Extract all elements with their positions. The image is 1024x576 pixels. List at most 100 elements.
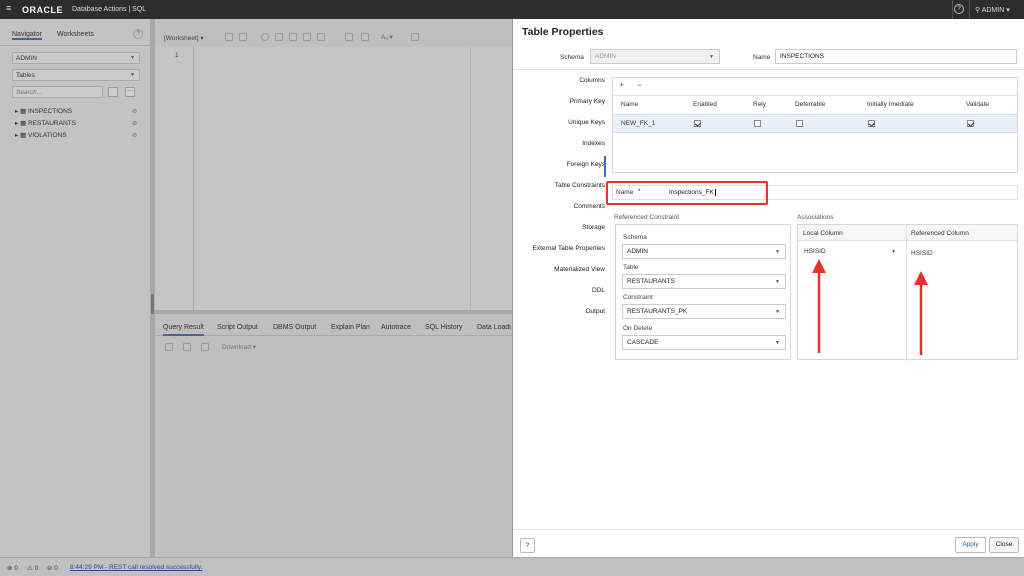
user-menu[interactable]: ⚲ ADMIN ▾ (975, 6, 1010, 14)
tab-autotrace[interactable]: Autotrace (381, 324, 411, 331)
info-count[interactable]: ⊜ 0 (47, 564, 58, 572)
sidebar-item-columns[interactable]: Columns (495, 77, 605, 84)
help-icon[interactable]: ? (133, 29, 143, 39)
column-header-initially-immediate[interactable]: Initially Imediate (867, 101, 914, 108)
tab-query-result[interactable]: Query Result (163, 324, 204, 336)
explain-icon[interactable] (289, 33, 297, 41)
close-button[interactable]: Close (989, 537, 1019, 553)
warning-icon: ⚠ (27, 565, 35, 572)
sidebar-item-storage[interactable]: Storage (495, 224, 605, 231)
tab-script-output[interactable]: Script Output (217, 324, 258, 331)
rely-checkbox[interactable] (754, 120, 761, 127)
chevron-down-icon[interactable]: ▼ (891, 249, 896, 255)
sidebar-item-foreign-keys[interactable]: Foreign Keys (495, 161, 605, 168)
refresh-icon[interactable] (108, 87, 118, 97)
sidebar-item-comments[interactable]: Comments (495, 203, 605, 210)
splitter-grip[interactable] (151, 294, 154, 314)
object-type-select[interactable]: Tables ▼ (12, 69, 140, 81)
expand-arrow-icon: ▸ ▦ (15, 120, 29, 127)
sidebar-item-indexes[interactable]: Indexes (495, 140, 605, 147)
status-message[interactable]: 8:44:29 PM - REST call resolved successf… (70, 564, 202, 571)
initially-immediate-checkbox[interactable] (868, 120, 875, 127)
foreign-keys-grid: + − Name Enabled Rely Deferrable Initial… (612, 77, 1018, 173)
tab-worksheets[interactable]: Worksheets (57, 31, 94, 38)
table-row[interactable]: NEW_FK_1 (613, 114, 1017, 133)
add-icon[interactable]: + (619, 80, 624, 90)
schema-select[interactable]: ADMIN ▼ (12, 52, 140, 64)
column-header-rely[interactable]: Rely (753, 101, 766, 108)
save-icon[interactable] (239, 33, 247, 41)
sidebar-item-materialized-view[interactable]: Materialized View (495, 266, 605, 273)
sidebar-item-table-constraints[interactable]: Table Constraints (495, 182, 605, 189)
autotrace-icon[interactable] (303, 33, 311, 41)
ref-schema-select[interactable]: ADMIN ▼ (622, 244, 786, 259)
hamburger-menu-icon[interactable]: ≡ (6, 3, 11, 13)
chevron-down-icon: ▼ (775, 249, 780, 255)
ref-table-select[interactable]: RESTAURANTS ▼ (622, 274, 786, 289)
referenced-constraint-panel: Schema ADMIN ▼ Table RESTAURANTS ▼ Constra… (615, 224, 791, 360)
dialog-title: Table Properties (522, 26, 604, 38)
column-header-local-column[interactable]: Local Column (803, 230, 843, 237)
enabled-checkbox[interactable] (694, 120, 701, 127)
column-header-validate[interactable]: Validate (966, 101, 989, 108)
sidebar-item-primary-key[interactable]: Primary Key (495, 98, 605, 105)
tree-item-inspections[interactable]: ▸ ▦ INSPECTIONS (15, 107, 72, 115)
tree-item-restaurants[interactable]: ▸ ▦ RESTAURANTS (15, 119, 76, 127)
link-icon[interactable]: ⊘ (132, 120, 137, 127)
on-delete-select[interactable]: CASCADE ▼ (622, 335, 786, 350)
help-button[interactable]: ? (520, 538, 535, 553)
tab-data-loading[interactable]: Data Loadi (477, 324, 512, 331)
tree-item-violations[interactable]: ▸ ▦ VIOLATIONS (15, 131, 67, 139)
horizontal-splitter[interactable] (155, 310, 512, 314)
download-menu[interactable]: Download ▾ (222, 343, 256, 351)
format-icon[interactable] (361, 33, 369, 41)
warning-count[interactable]: ⚠ 0 (27, 564, 38, 572)
sidebar-item-external-table-properties[interactable]: External Table Properties (495, 245, 605, 252)
tab-navigator[interactable]: Navigator (12, 31, 42, 40)
tab-sql-history[interactable]: SQL History (425, 324, 462, 331)
tab-explain-plan[interactable]: Explain Plan (331, 324, 370, 331)
ref-constraint-select[interactable]: RESTAURANTS_PK ▼ (622, 304, 786, 319)
column-divider (906, 225, 907, 361)
column-header-name[interactable]: Name (621, 101, 638, 108)
link-icon[interactable]: ⊘ (132, 108, 137, 115)
search-input[interactable]: Search... (12, 86, 103, 98)
delete-icon[interactable] (165, 343, 173, 351)
link-icon[interactable]: ⊘ (132, 132, 137, 139)
divider (969, 0, 970, 19)
validate-checkbox[interactable] (967, 120, 974, 127)
copy-icon[interactable] (183, 343, 191, 351)
chevron-down-icon: ▼ (130, 55, 135, 61)
on-delete-label: On Delete (623, 325, 653, 332)
worksheet-label[interactable]: [Worksheet] ▾ (164, 34, 204, 42)
sidebar-item-output[interactable]: Output (495, 308, 605, 315)
help-icon[interactable]: ? (954, 4, 964, 14)
expand-icon[interactable] (201, 343, 209, 351)
local-column-select[interactable]: HSISID (804, 248, 826, 255)
error-count[interactable]: ⊗ 0 (7, 564, 18, 572)
status-bar: ⊗ 0 ⚠ 0 ⊜ 0 8:44:29 PM - REST call resol… (0, 557, 1024, 576)
user-name: ADMIN ▾ (981, 7, 1010, 14)
associations-panel: Local Column Referenced Column HSISID ▼ … (797, 224, 1018, 361)
commit-icon[interactable] (317, 33, 325, 41)
open-icon[interactable] (225, 33, 233, 41)
ref-schema-label: Schema (623, 234, 647, 241)
text-case-icon[interactable]: Aₐ ▾ (381, 33, 393, 41)
sidebar-item-ddl[interactable]: DDL (495, 287, 605, 294)
deferrable-checkbox[interactable] (796, 120, 803, 127)
code-editor[interactable] (155, 47, 512, 310)
table-name-field[interactable]: INSPECTIONS (775, 49, 1017, 64)
sidebar-item-unique-keys[interactable]: Unique Keys (495, 119, 605, 126)
download-icon[interactable] (345, 33, 353, 41)
remove-icon[interactable]: − (637, 80, 642, 90)
more-options-icon[interactable]: ··· (125, 87, 135, 97)
column-header-referenced-column[interactable]: Referenced Column (911, 230, 969, 237)
run-script-icon[interactable] (275, 33, 283, 41)
divider (0, 45, 150, 46)
column-header-enabled[interactable]: Enabled (693, 101, 717, 108)
run-icon[interactable] (261, 33, 269, 41)
tab-dbms-output[interactable]: DBMS Output (273, 324, 316, 331)
column-header-deferrable[interactable]: Deferrable (795, 101, 825, 108)
clear-icon[interactable] (411, 33, 419, 41)
apply-button[interactable]: Apply (955, 537, 986, 553)
